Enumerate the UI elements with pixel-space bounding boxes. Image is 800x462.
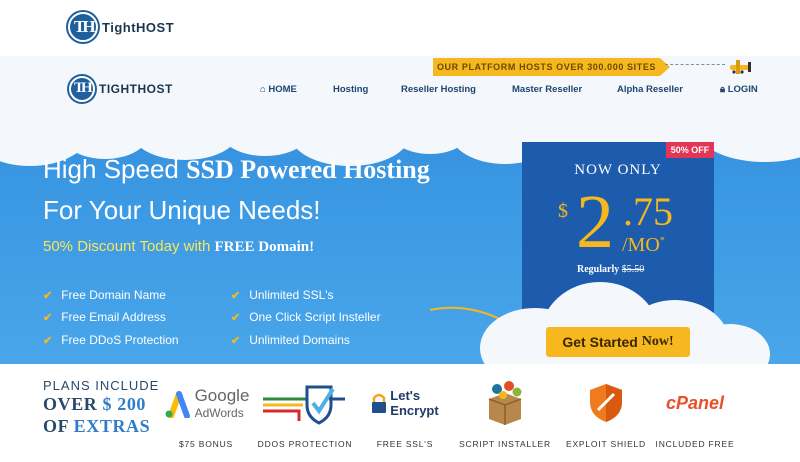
- now-only-label: NOW ONLY: [574, 162, 662, 178]
- hero-section: OUR PLATFORM HOSTS OVER 300.000 SITES TH…: [0, 56, 800, 364]
- nav-alpha-reseller[interactable]: Alpha Reseller: [617, 84, 683, 95]
- extras-section: PLANS INCLUDE OVER $ 200 OF EXTRAS Googl…: [0, 364, 800, 462]
- plane-trail: [665, 64, 725, 72]
- check-icon: ✔: [231, 312, 241, 324]
- check-icon: ✔: [231, 290, 241, 302]
- main-nav: ⌂ HOME Hosting Reseller Hosting Master R…: [0, 84, 800, 98]
- partner-lets-encrypt: Let's Encrypt FREE SSL'S: [355, 378, 455, 449]
- lets-encrypt-icon: Let's Encrypt: [355, 378, 455, 428]
- partner-script-installer: SCRIPT INSTALLER: [455, 378, 555, 449]
- partner-google-adwords: Google AdWords $75 BONUS: [156, 378, 256, 449]
- nav-reseller-hosting[interactable]: Reseller Hosting: [401, 84, 476, 95]
- lock-icon: 🔒︎: [720, 84, 728, 95]
- nav-login[interactable]: 🔒︎ LOGIN: [720, 84, 758, 95]
- sites-hosted-banner: OUR PLATFORM HOSTS OVER 300.000 SITES: [433, 58, 670, 76]
- feature-item: ✔ Unlimited Domains: [231, 333, 350, 347]
- price-decimal: .75: [623, 189, 673, 234]
- ddos-shield-icon: [255, 378, 355, 428]
- cpanel-logo-icon: cPanel: [665, 392, 725, 413]
- nav-hosting[interactable]: Hosting: [333, 84, 368, 95]
- site-logo[interactable]: TH TightHOST: [68, 10, 174, 44]
- feature-item: ✔ Free Email Address: [43, 310, 166, 324]
- brand-name: TightHOST: [102, 19, 175, 35]
- check-icon: ✔: [43, 290, 53, 302]
- feature-item: ✔ Free DDoS Protection: [43, 333, 179, 347]
- partner-ddos: DDOS PROTECTION: [255, 378, 355, 449]
- feature-item: ✔ Free Domain Name: [43, 288, 166, 302]
- check-icon: ✔: [231, 335, 241, 347]
- feature-item: ✔ One Click Script Insteller: [231, 310, 381, 324]
- exploit-shield-icon: [556, 378, 656, 428]
- th-logo-icon: TH: [68, 12, 98, 42]
- price-currency: $: [558, 200, 568, 222]
- price-period: /MO*: [622, 234, 665, 256]
- get-started-button[interactable]: Get Started Now!: [546, 327, 690, 357]
- airplane-icon: [730, 60, 751, 74]
- nav-home[interactable]: ⌂ HOME: [260, 84, 297, 95]
- check-icon: ✔: [43, 335, 53, 347]
- script-installer-box-icon: [455, 378, 555, 428]
- plans-include-text: PLANS INCLUDE OVER $ 200 OF EXTRAS: [43, 378, 160, 436]
- price-integer: 2: [576, 180, 614, 264]
- regular-price: Regularly $5.50: [577, 264, 645, 275]
- hero-subheadline: 50% Discount Today with FREE Domain!: [43, 238, 315, 255]
- nav-master-reseller[interactable]: Master Reseller: [512, 84, 582, 95]
- check-icon: ✔: [43, 312, 53, 324]
- discount-badge: 50% OFF: [666, 142, 714, 158]
- hero-headline: High Speed SSD Powered Hosting For Your …: [43, 154, 430, 225]
- partner-cpanel: cPanel INCLUDED FREE: [645, 378, 745, 450]
- feature-item: ✔ Unlimited SSL's: [231, 288, 334, 302]
- google-adwords-icon: Google AdWords: [156, 378, 256, 428]
- partner-exploit-shield: EXPLOIT SHIELD: [556, 378, 656, 449]
